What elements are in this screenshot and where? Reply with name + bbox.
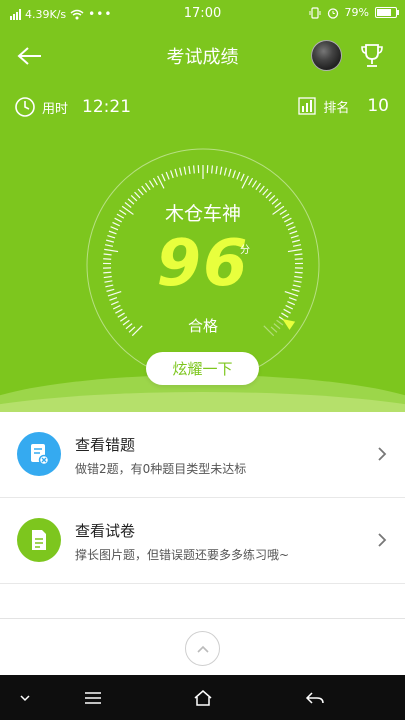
pass-status: 合格 [187,317,218,335]
score-unit: 分 [240,245,250,256]
app-header: 考试成绩 [0,30,405,80]
scroll-up-button[interactable] [185,631,220,666]
rank-label: 排名 [323,100,350,116]
home-icon [194,690,212,706]
list-item-subtitle: 撑长图片题，但错误题还要多多练习哦~ [75,548,290,562]
nav-back-button[interactable] [295,683,335,713]
status-right: 79% [309,6,399,19]
time-used: 用时 12:21 [14,96,131,118]
back-icon [305,692,324,704]
nav-menu-button[interactable] [73,683,113,713]
nav-home-button[interactable] [183,683,223,713]
list-item-view-paper[interactable]: 查看试卷 撑长图片题，但错误题还要多多练习哦~ [0,498,405,584]
battery-percent: 79% [344,6,369,19]
gauge-content: 木仓车神 96 分 合格 [85,147,321,383]
user-name: 木仓车神 [164,203,241,225]
rank-value: 10 [367,96,389,116]
clock-icon [15,97,35,117]
status-bar: 4.39K/s ••• 17:00 79% [0,0,405,28]
error-doc-icon [31,444,50,466]
trophy-icon [361,44,383,67]
page-title: 考试成绩 [166,47,239,68]
vibrate-icon [309,6,321,19]
stats-row: 用时 12:21 排名 10 [0,92,405,124]
chevron-right-icon [378,533,387,547]
trophy-button[interactable] [354,38,390,74]
show-off-button[interactable]: 炫耀一下 [146,352,259,385]
nav-collapse-button[interactable] [5,683,45,713]
system-nav-bar [0,675,405,720]
time-label: 用时 [42,101,69,117]
score-value: 96 [156,227,250,301]
menu-icon [85,692,101,704]
list-item-wrong-questions[interactable]: 查看错题 做错2题，有0种题目类型未达标 [0,412,405,498]
rank: 排名 10 [297,96,389,116]
chevron-down-icon [20,695,30,702]
time-value: 12:21 [82,97,132,117]
list-item-title: 查看试卷 [75,522,136,540]
icon-circle [17,432,61,476]
list-item-title: 查看错题 [75,436,136,454]
bar-chart-icon [298,97,316,115]
divider [0,618,405,619]
chevron-up-icon [196,645,209,653]
paper-doc-icon [32,530,46,550]
icon-circle [17,518,61,562]
list-item-subtitle: 做错2题，有0种题目类型未达标 [75,462,247,476]
result-list: 查看错题 做错2题，有0种题目类型未达标 查看试卷 撑长图片题，但错误题还要多多… [0,412,405,584]
battery-icon [375,7,399,18]
avatar[interactable] [311,40,342,71]
chevron-right-icon [378,447,387,461]
alarm-icon [327,7,338,19]
